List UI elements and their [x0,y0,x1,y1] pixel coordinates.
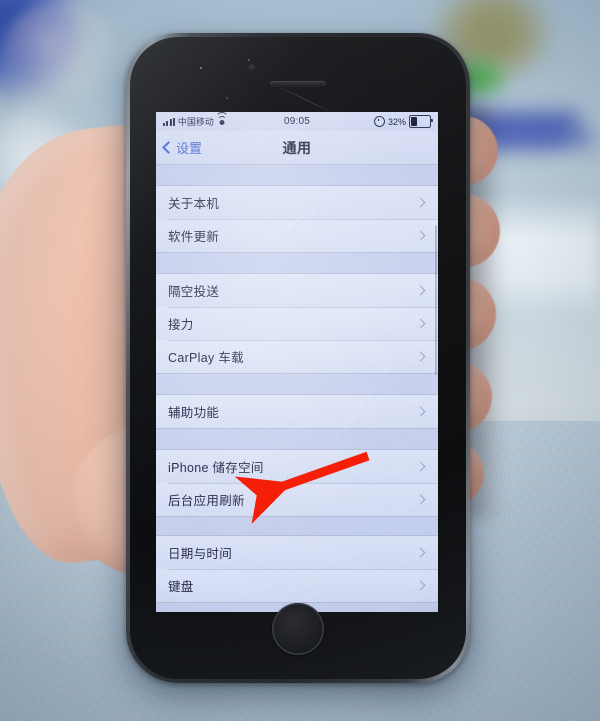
battery-icon [409,115,433,128]
status-bar-right: 32% [373,115,433,128]
photo-scene: 中国移动 09:05 32% [0,0,600,721]
photo-vignette [0,0,600,721]
scroll-indicator[interactable] [435,225,437,375]
battery-percent-label: 32% [387,116,406,127]
alarm-clock-icon [373,116,385,127]
